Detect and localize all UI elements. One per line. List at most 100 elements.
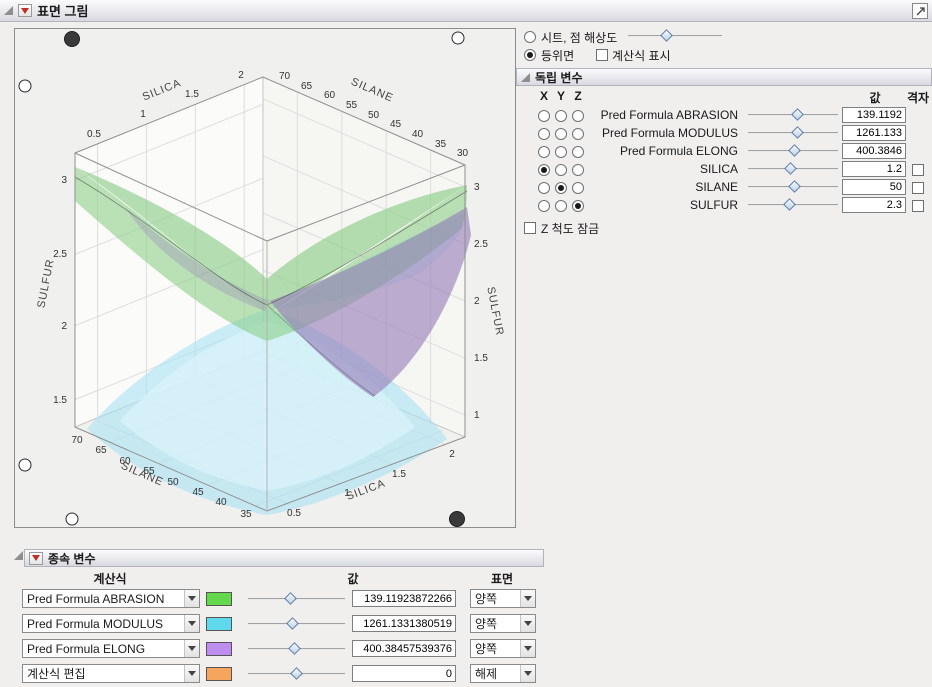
variable-slider[interactable] <box>748 162 838 175</box>
rotation-handle-dark[interactable] <box>449 511 465 527</box>
x-radio[interactable] <box>538 128 550 140</box>
slider-thumb[interactable] <box>285 617 299 630</box>
tick-label: 45 <box>192 487 204 498</box>
tick-label: 35 <box>240 509 252 520</box>
surface-color-swatch[interactable] <box>206 617 232 631</box>
z-radio[interactable] <box>572 146 584 158</box>
dependent-row: 계산식 편집 해제 <box>20 664 550 684</box>
dependent-value-slider[interactable] <box>248 617 345 630</box>
variable-slider[interactable] <box>748 144 838 157</box>
grid-checkbox[interactable] <box>912 164 924 176</box>
dependent-value-input[interactable] <box>352 615 456 632</box>
slider-thumb[interactable] <box>787 180 801 193</box>
rotation-handle[interactable] <box>18 79 32 93</box>
y-radio[interactable] <box>555 110 567 122</box>
variable-slider[interactable] <box>748 180 838 193</box>
slider-thumb[interactable] <box>283 592 297 605</box>
rotation-handle[interactable] <box>65 512 79 526</box>
collapse-triangle-icon[interactable] <box>14 551 23 560</box>
rotation-handle-dark[interactable] <box>64 31 80 47</box>
chevron-down-icon[interactable] <box>520 590 535 607</box>
chevron-down-icon[interactable] <box>184 665 199 682</box>
slider-thumb[interactable] <box>790 108 804 121</box>
z-radio[interactable] <box>572 110 584 122</box>
z-radio[interactable] <box>572 128 584 140</box>
formula-select[interactable]: 계산식 편집 <box>22 664 200 683</box>
y-radio[interactable] <box>555 128 567 140</box>
independent-row: Pred Formula MODULUS <box>520 125 930 143</box>
z-radio[interactable] <box>572 164 584 176</box>
formula-select[interactable]: Pred Formula MODULUS <box>22 614 200 633</box>
dependent-value-slider[interactable] <box>248 667 345 680</box>
chevron-down-icon[interactable] <box>184 640 199 657</box>
chevron-down-icon[interactable] <box>520 615 535 632</box>
x-radio[interactable] <box>538 200 550 212</box>
variable-value-input[interactable] <box>842 107 906 123</box>
dependent-value-slider[interactable] <box>248 642 345 655</box>
tick-label: 70 <box>71 435 83 446</box>
variable-slider[interactable] <box>748 126 838 139</box>
formula-column-header: 계산식 <box>93 572 127 586</box>
surface-color-swatch[interactable] <box>206 667 232 681</box>
grid-checkbox[interactable] <box>912 200 924 212</box>
variable-value-input[interactable] <box>842 161 906 177</box>
tick-label: 55 <box>346 100 358 111</box>
chevron-down-icon[interactable] <box>520 640 535 657</box>
x-radio[interactable] <box>538 110 550 122</box>
variable-value-input[interactable] <box>842 125 906 141</box>
y-radio[interactable] <box>555 182 567 194</box>
chevron-down-icon[interactable] <box>184 590 199 607</box>
variable-value-input[interactable] <box>842 197 906 213</box>
formula-select[interactable]: Pred Formula ABRASION <box>22 589 200 608</box>
dependent-row: Pred Formula ELONG 양쪽 <box>20 639 550 659</box>
y-radio[interactable] <box>555 200 567 212</box>
grid-checkbox[interactable] <box>912 182 924 194</box>
y-radio[interactable] <box>555 164 567 176</box>
isosurface-radio[interactable] <box>524 49 536 61</box>
slider-thumb[interactable] <box>787 144 801 157</box>
x-radio[interactable] <box>538 164 550 176</box>
variable-value-input[interactable] <box>842 179 906 195</box>
show-formula-checkbox[interactable] <box>596 49 608 61</box>
surface-color-swatch[interactable] <box>206 642 232 656</box>
tick-label: 60 <box>324 90 336 101</box>
surface-mode-select[interactable]: 양쪽 <box>470 589 536 608</box>
surface-plot-3d: 0.5 1 1.5 2 70 65 60 55 50 45 40 35 30 3… <box>15 29 515 527</box>
variable-value-input[interactable] <box>842 143 906 159</box>
dependent-value-slider[interactable] <box>248 592 345 605</box>
rotation-handle[interactable] <box>451 31 465 45</box>
red-triangle-menu-icon[interactable] <box>29 551 43 565</box>
slider-thumb[interactable] <box>660 29 674 42</box>
dependent-value-input[interactable] <box>352 640 456 657</box>
surface-plot-area[interactable]: 0.5 1 1.5 2 70 65 60 55 50 45 40 35 30 3… <box>14 28 516 528</box>
dependent-value-input[interactable] <box>352 665 456 682</box>
collapse-triangle-icon[interactable] <box>4 6 13 15</box>
surface-mode-select[interactable]: 해제 <box>470 664 536 683</box>
red-triangle-menu-icon[interactable] <box>18 4 32 17</box>
formula-select[interactable]: Pred Formula ELONG <box>22 639 200 658</box>
y-radio[interactable] <box>555 146 567 158</box>
surface-mode-select[interactable]: 양쪽 <box>470 614 536 633</box>
x-radio[interactable] <box>538 182 550 194</box>
slider-thumb[interactable] <box>287 642 301 655</box>
rotation-handle[interactable] <box>18 458 32 472</box>
z-radio[interactable] <box>572 200 584 212</box>
surface-color-swatch[interactable] <box>206 592 232 606</box>
variable-slider[interactable] <box>748 108 838 121</box>
chevron-down-icon[interactable] <box>520 665 535 682</box>
slider-thumb[interactable] <box>790 126 804 139</box>
open-window-icon[interactable] <box>912 3 928 19</box>
slider-thumb[interactable] <box>784 162 798 175</box>
collapse-triangle-icon[interactable] <box>521 72 530 82</box>
slider-thumb[interactable] <box>783 198 797 211</box>
chevron-down-icon[interactable] <box>184 615 199 632</box>
surface-mode-select[interactable]: 양쪽 <box>470 639 536 658</box>
dependent-value-input[interactable] <box>352 590 456 607</box>
x-radio[interactable] <box>538 146 550 158</box>
z-radio[interactable] <box>572 182 584 194</box>
variable-slider[interactable] <box>748 198 838 211</box>
resolution-slider[interactable] <box>628 29 722 42</box>
sheet-points-radio[interactable] <box>524 31 536 43</box>
z-scale-lock-checkbox[interactable] <box>524 222 536 234</box>
slider-thumb[interactable] <box>289 667 303 680</box>
